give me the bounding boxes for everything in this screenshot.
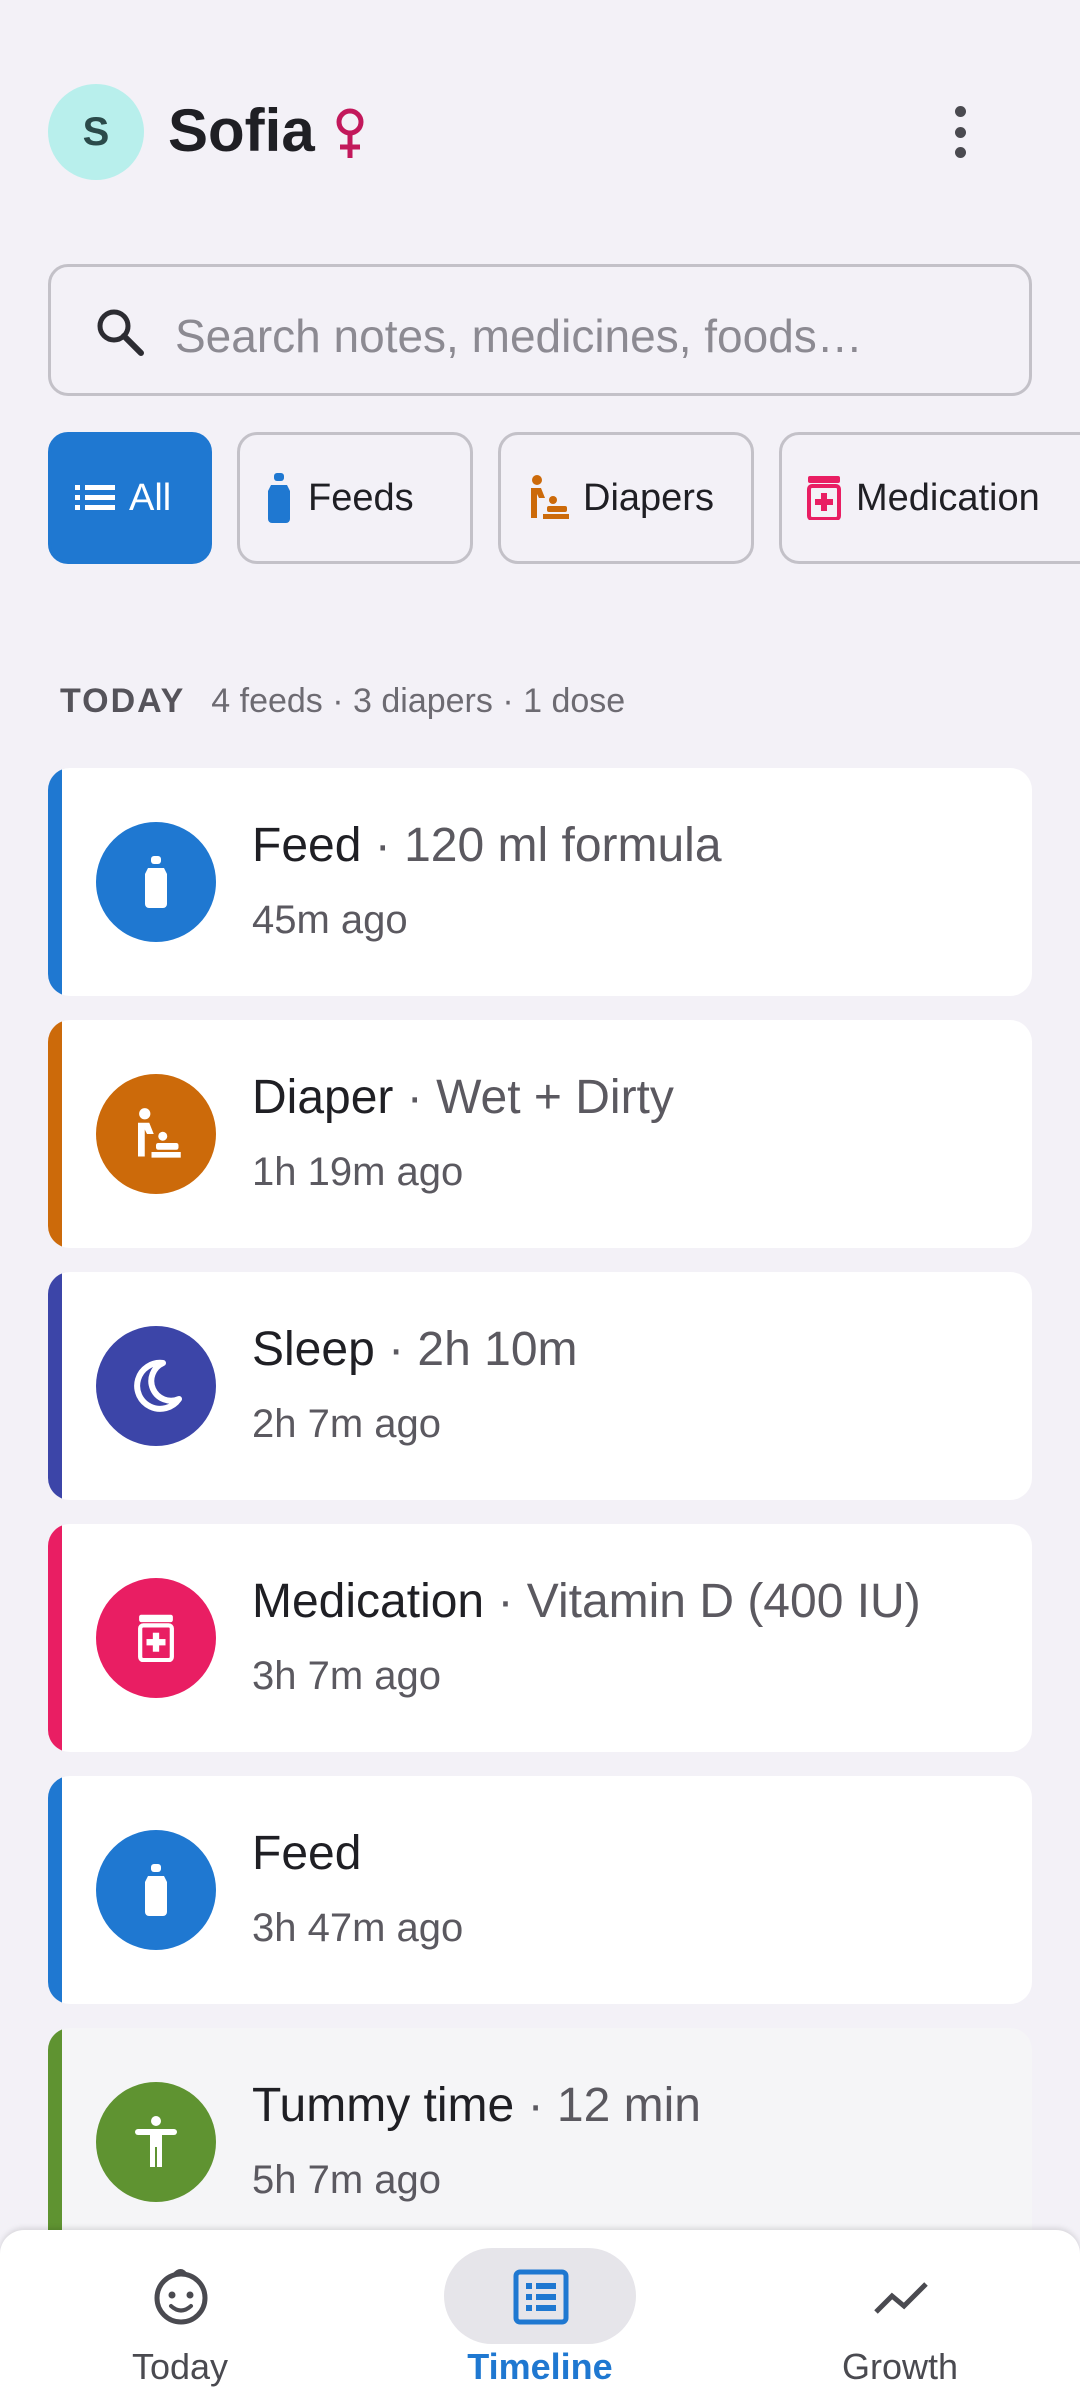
filter-chip-medication[interactable]: Medication [779, 432, 1080, 564]
search-icon [97, 309, 144, 356]
entry-detail: · Wet + Dirty [406, 1071, 674, 1124]
timeline-entry[interactable]: Sleep · 2h 10m 2h 7m ago [48, 1272, 1032, 1500]
nav-label: Today [131, 2346, 229, 2387]
entry-time: 2h 7m ago [252, 1402, 442, 1446]
list-icon [75, 485, 115, 510]
entry-title: Diaper · Wet + Dirty [252, 1070, 674, 1125]
trend-icon [874, 2282, 928, 2314]
medication-icon [807, 476, 841, 520]
entry-time: 45m ago [252, 898, 408, 942]
entry-accent-bar [48, 1524, 62, 1752]
entry-title: Medication · Vitamin D (400 IU) [252, 1574, 921, 1629]
timeline-entry[interactable]: Feed · 120 ml formula 45m ago [48, 768, 1032, 996]
medication-icon [138, 1614, 174, 1662]
section-summary: 4 feeds · 3 diapers · 1 dose [211, 682, 626, 720]
entry-type: Medication [252, 1575, 485, 1628]
entry-accent-bar [48, 768, 62, 996]
more-options-icon[interactable] [940, 100, 980, 164]
entry-type: Tummy time [252, 2079, 515, 2132]
entry-accent-bar [48, 1776, 62, 2004]
entry-detail: · 2h 10m [388, 1323, 578, 1376]
filter-chip-all[interactable]: All [48, 432, 212, 564]
moon-icon [134, 1359, 182, 1412]
section-title: TODAY [60, 682, 186, 720]
baby-changing-icon [138, 1108, 181, 1158]
entry-icon-circle [96, 1326, 216, 1446]
entry-detail: · 12 min [527, 2079, 701, 2132]
timeline-entry[interactable]: Diaper · Wet + Dirty 1h 19m ago [48, 1020, 1032, 1248]
female-icon [336, 108, 364, 158]
entry-title: Sleep · 2h 10m [252, 1322, 578, 1377]
bottom-navigation: Today Timeline Growth [0, 2230, 1080, 2400]
filter-chip-label: Diapers [583, 476, 714, 519]
filter-chip-label: Medication [856, 476, 1040, 519]
bottle-icon [145, 856, 167, 908]
filter-chip-feeds[interactable]: Feeds [237, 432, 473, 564]
filter-chip-diapers[interactable]: Diapers [498, 432, 754, 564]
timeline-entry[interactable]: Tummy time · 12 min 5h 7m ago [48, 2028, 1032, 2256]
bottle-icon [145, 1864, 167, 1916]
list-alt-icon [513, 2269, 569, 2325]
entry-time: 5h 7m ago [252, 2158, 442, 2202]
entry-icon-circle [96, 1830, 216, 1950]
child-icon [135, 2116, 177, 2167]
app-header: S Sofia [0, 0, 1080, 250]
entry-detail: · 120 ml formula [374, 819, 722, 872]
entry-title: Feed · 120 ml formula [252, 818, 722, 873]
entry-icon-circle [96, 1578, 216, 1698]
timeline-entry[interactable]: Medication · Vitamin D (400 IU) 3h 7m ag… [48, 1524, 1032, 1752]
entry-accent-bar [48, 1020, 62, 1248]
entry-type: Diaper [252, 1071, 394, 1124]
baby-face-icon [154, 2269, 208, 2325]
entry-time: 3h 7m ago [252, 1654, 442, 1698]
bottle-icon [268, 473, 290, 523]
entry-icon-circle [96, 2082, 216, 2202]
entry-time: 1h 19m ago [252, 1150, 464, 1194]
entry-detail: · Vitamin D (400 IU) [497, 1575, 921, 1628]
entry-icon-circle [96, 822, 216, 942]
filter-chip-label: Feeds [308, 476, 414, 519]
section-header: TODAY 4 feeds · 3 diapers · 1 dose [60, 682, 625, 721]
entry-type: Feed [252, 1827, 362, 1880]
timeline-entry[interactable]: Feed 3h 47m ago [48, 1776, 1032, 2004]
nav-growth[interactable]: Growth [714, 2230, 1014, 2400]
entry-icon-circle [96, 1074, 216, 1194]
entry-title: Tummy time · 12 min [252, 2078, 701, 2133]
entry-type: Feed [252, 819, 362, 872]
baby-name: Sofia [168, 97, 315, 164]
entry-time: 3h 47m ago [252, 1906, 464, 1950]
avatar[interactable]: S [48, 84, 144, 180]
filter-chip-label: All [129, 476, 172, 519]
entry-type: Sleep [252, 1323, 375, 1376]
entry-title: Feed [252, 1826, 361, 1881]
entry-accent-bar [48, 1272, 62, 1500]
search-placeholder: Search notes, medicines, foods… [175, 310, 863, 362]
search-input[interactable]: Search notes, medicines, foods… [48, 264, 1032, 396]
baby-changing-icon [531, 475, 569, 519]
filter-chips: All Feeds Diapers Medication [48, 432, 1080, 564]
nav-today[interactable]: Today [0, 2230, 294, 2400]
entry-accent-bar [48, 2028, 62, 2256]
nav-label: Growth [841, 2346, 959, 2387]
nav-timeline[interactable]: Timeline [354, 2230, 654, 2400]
nav-label: Timeline [467, 2346, 613, 2387]
